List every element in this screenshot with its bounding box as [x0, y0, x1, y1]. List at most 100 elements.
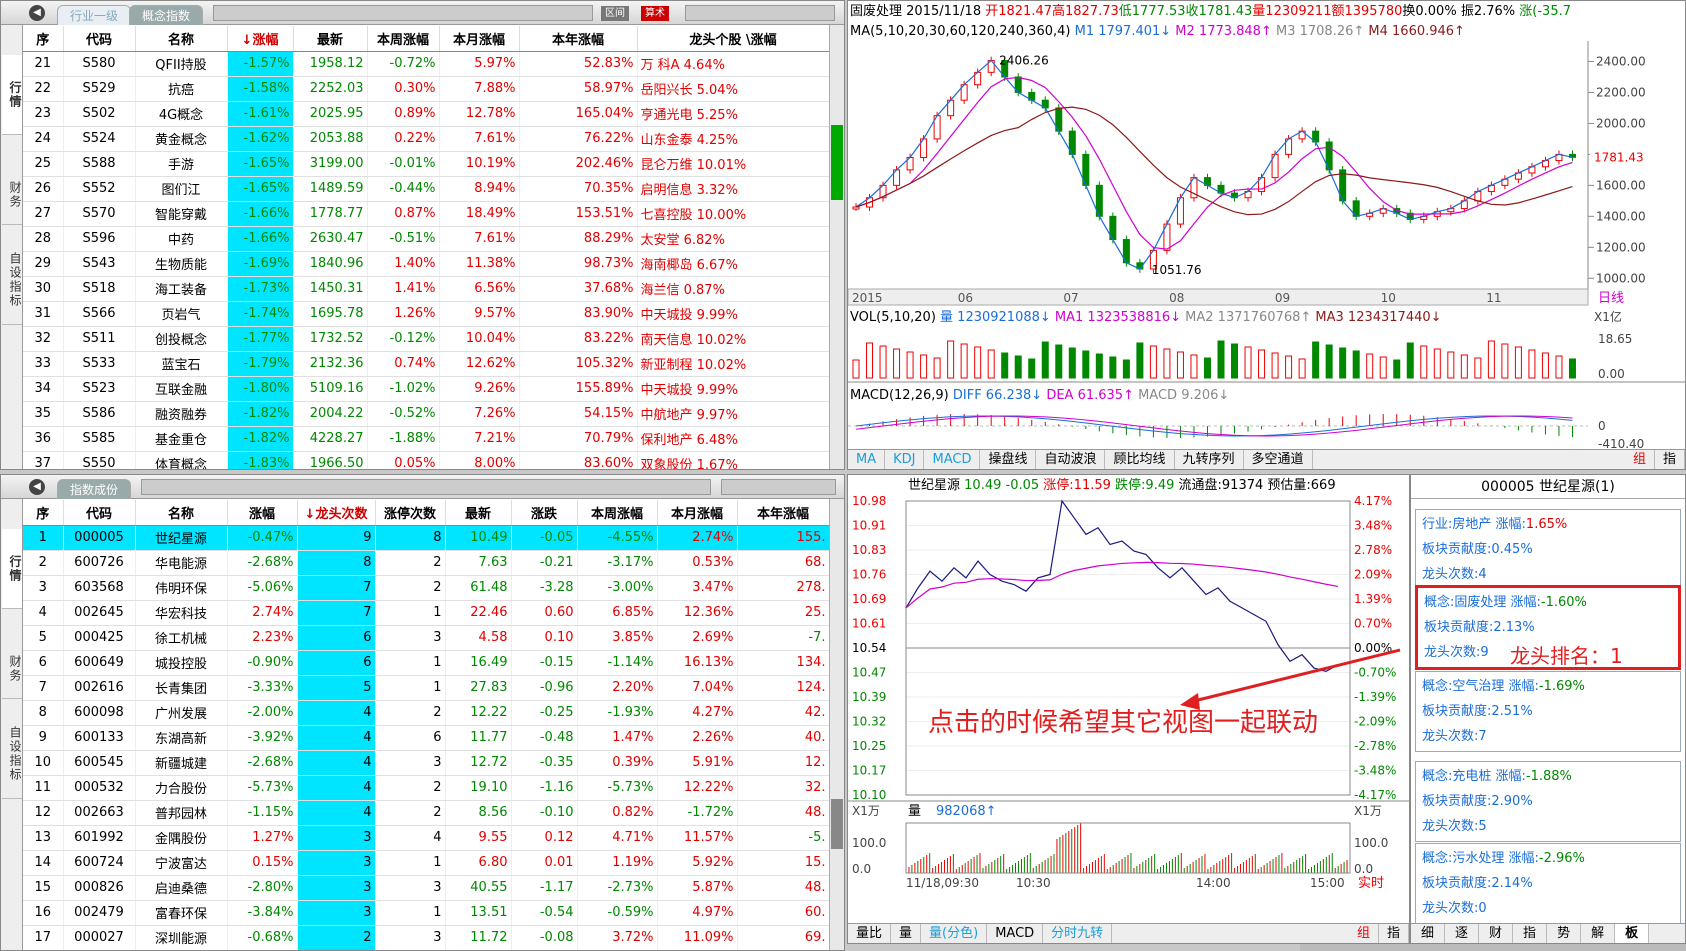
back-icon[interactable]: ◀	[29, 479, 45, 495]
realtime-label[interactable]: 实时	[1358, 876, 1384, 891]
table-row[interactable]: 32 S511 创投概念 -1.77% 1732.52 -0.12% 10.04% 83.22…	[23, 326, 830, 352]
table-row[interactable]: 7 002616 长青集团 -3.33% 5 1 27.83 -0.96 2.20% 7.04% 1…	[23, 675, 830, 701]
table-row[interactable]: 12 002663 普邦园林 -1.15% 4 2 8.56 -0.10 0.82% -1.72%…	[23, 800, 830, 826]
tab-industry-level1[interactable]: 行业一级	[57, 5, 132, 25]
table-row[interactable]: 14 600724 宁波富达 0.15% 3 1 6.80 0.01 1.19% 5.92% 15.	[23, 850, 830, 876]
intraday-tab[interactable]: 量(分色)	[921, 924, 988, 943]
scroll-thumb[interactable]	[831, 799, 843, 849]
sector-name[interactable]: 概念:污水处理	[1422, 851, 1504, 866]
indicator-tab[interactable]: 顾比均线	[1105, 450, 1175, 469]
col-header-7[interactable]: 本年涨幅	[519, 26, 638, 52]
kline-corner-button[interactable]: 指	[1655, 450, 1685, 469]
table-row[interactable]: 34 S523 互联金融 -1.80% 5109.16 -1.02% 9.26% 155.89…	[23, 376, 830, 402]
table-row[interactable]: 36 S585 基金重仓 -1.82% 4228.27 -1.88% 7.21% 70.79%…	[23, 426, 830, 452]
table-row[interactable]: 24 S524 黄金概念 -1.62% 2053.88 0.22% 7.61% 76.22% 山…	[23, 126, 830, 152]
table-row[interactable]: 25 S588 手游 -1.65% 3199.00 -0.01% 10.19% 202.46%…	[23, 151, 830, 177]
col-header-1[interactable]: 代码	[63, 26, 136, 52]
sector-tab[interactable]: 板	[1615, 924, 1650, 943]
kline-chart[interactable]: 2400.002200.002000.001800.001600.001400.…	[848, 41, 1686, 470]
table-row[interactable]: 6 600649 城投控股 -0.90% 6 1 16.49 -0.15 -1.14% 16.13…	[23, 650, 830, 676]
col-header-4[interactable]: 最新	[293, 26, 368, 52]
col-header-6[interactable]: 本月涨幅	[439, 26, 520, 52]
table-row[interactable]: 11 000532 力合股份 -5.73% 4 2 19.10 -1.16 -5.73% 12.2…	[23, 775, 830, 801]
table-row[interactable]: 26 S552 图们江 -1.65% 1489.59 -0.44% 8.94% 70.35% 启…	[23, 176, 830, 202]
col-header-9[interactable]: 本月涨幅	[657, 500, 738, 526]
indicator-tab[interactable]: KDJ	[885, 450, 925, 469]
h-scrollbar[interactable]	[721, 479, 836, 495]
period-label[interactable]: 日线	[1598, 291, 1624, 306]
indicator-tab[interactable]: 操盘线	[980, 450, 1037, 469]
col-header-0[interactable]: 序	[23, 500, 64, 526]
kline-corner-button[interactable]: 组	[1625, 450, 1655, 469]
col-header-2[interactable]: 名称	[135, 500, 228, 526]
col-header-5[interactable]: 本周涨幅	[367, 26, 440, 52]
col-header-6[interactable]: 最新	[445, 500, 512, 526]
side-tab-custom[interactable]: 自设指标	[2, 709, 22, 799]
table-row[interactable]: 2 600726 华电能源 -2.68% 8 2 7.63 -0.21 -3.17% 0.53% 6…	[23, 550, 830, 576]
col-header-10[interactable]: 本年涨幅	[737, 500, 830, 526]
sector-tab[interactable]: 细	[1411, 924, 1446, 943]
sector-card[interactable]: 概念:空气治理 涨幅:-1.69% 板块贡献度:2.51% 龙头次数:7	[1415, 671, 1681, 752]
intraday-tab[interactable]: MACD	[987, 924, 1044, 943]
table-row[interactable]: 4 002645 华宏科技 2.74% 7 1 22.46 0.60 6.85% 12.36% 25…	[23, 600, 830, 626]
col-header-2[interactable]: 名称	[135, 26, 228, 52]
sector-tab[interactable]: 指	[1513, 924, 1548, 943]
table-row[interactable]: 35 S586 融资融券 -1.82% 2004.22 -0.52% 7.26% 54.15%…	[23, 401, 830, 427]
table-row[interactable]: 9 600133 东湖高新 -3.92% 4 6 11.77 -0.48 1.47% 2.26% 4…	[23, 725, 830, 751]
side-tab-finance[interactable]: 财务	[2, 639, 22, 699]
col-header-8[interactable]: 本周涨幅	[577, 500, 658, 526]
sector-card[interactable]: 概念:污水处理 涨幅:-2.96% 板块贡献度:2.14% 龙头次数:0	[1415, 843, 1681, 924]
col-header-8[interactable]: 龙头个股 \涨幅	[637, 26, 830, 52]
tab-scrollbar[interactable]	[213, 5, 593, 21]
col-header-0[interactable]: 序	[23, 26, 64, 52]
table-row[interactable]: 1 000005 世纪星源 -0.47% 9 8 10.49 -0.05 -4.55% 2.74%…	[23, 525, 830, 551]
col-header-4[interactable]: ↓龙头次数	[297, 500, 376, 526]
col-header-5[interactable]: 涨停次数	[375, 500, 446, 526]
indicator-tab[interactable]: 自动波浪	[1036, 450, 1106, 469]
table-row[interactable]: 27 S570 智能穿戴 -1.66% 1778.77 0.87% 18.49% 153.51…	[23, 201, 830, 227]
tab-scrollbar[interactable]	[141, 479, 711, 495]
table-row[interactable]: 37 S550 体育概念 -1.83% 1966.50 0.05% 8.00% 83.60% 双…	[23, 451, 830, 469]
sector-name[interactable]: 概念:充电桩	[1422, 769, 1491, 784]
sector-card[interactable]: 行业:房地产 涨幅:1.65% 板块贡献度:0.45% 龙头次数:4	[1415, 509, 1681, 590]
sector-tab[interactable]: 逐	[1445, 924, 1480, 943]
intraday-tab[interactable]: 分时九转	[1043, 924, 1113, 943]
indicator-tab[interactable]: 多空通道	[1244, 450, 1313, 469]
table-row[interactable]: 15 000826 启迪桑德 -2.80% 3 3 40.55 -1.17 -2.73% 5.87…	[23, 875, 830, 901]
scroll-thumb[interactable]	[831, 125, 843, 200]
h-scrollbar[interactable]	[685, 5, 835, 21]
table-row[interactable]: 22 S529 抗癌 -1.58% 2252.03 0.30% 7.88% 58.97% 岳阳兴…	[23, 76, 830, 102]
col-header-3[interactable]: 涨幅	[227, 500, 298, 526]
tab-concept-index[interactable]: 概念指数	[129, 5, 204, 25]
col-header-1[interactable]: 代码	[63, 500, 136, 526]
side-tab-finance[interactable]: 财务	[2, 165, 22, 225]
table-row[interactable]: 10 600545 新疆城建 -2.68% 4 3 12.72 -0.35 0.39% 5.91%…	[23, 750, 830, 776]
top-table-scrollbar[interactable]	[829, 25, 844, 469]
table-row[interactable]: 30 S518 海工装备 -1.73% 1450.31 1.41% 6.56% 37.68% 海…	[23, 276, 830, 302]
table-row[interactable]: 5 000425 徐工机械 2.23% 6 3 4.58 0.10 3.85% 2.69% -7.	[23, 625, 830, 651]
range-button[interactable]: 区间	[601, 6, 629, 21]
table-row[interactable]: 28 S596 中药 -1.66% 2630.47 -0.51% 7.61% 88.29% 太安…	[23, 226, 830, 252]
table-row[interactable]: 17 000027 深圳能源 -0.68% 2 3 11.72 -0.08 3.72% 11.09…	[23, 925, 830, 950]
table-row[interactable]: 13 601992 金隅股份 1.27% 3 4 9.55 0.12 4.71% 11.57% -5…	[23, 825, 830, 851]
sector-name[interactable]: 行业:房地产	[1422, 517, 1491, 532]
sector-tab[interactable]: 财	[1479, 924, 1514, 943]
side-tab-quote[interactable]: 行情	[2, 55, 22, 135]
col-header-7[interactable]: 涨跌	[511, 500, 578, 526]
table-row[interactable]: 3 603568 伟明环保 -5.06% 7 2 61.48 -3.28 -3.00% 3.47%…	[23, 575, 830, 601]
indicator-tab[interactable]: 九转序列	[1175, 450, 1244, 469]
col-header-3[interactable]: ↓涨幅	[227, 26, 294, 52]
sector-name[interactable]: 概念:空气治理	[1422, 679, 1504, 694]
intraday-corner-button[interactable]: 组	[1349, 924, 1379, 943]
table-row[interactable]: 23 S502 4G概念 -1.61% 2025.95 0.89% 12.78% 165.04…	[23, 101, 830, 127]
table-row[interactable]: 21 S580 QFII持股 -1.57% 1958.12 -0.72% 5.97% 52.8…	[23, 51, 830, 77]
table-row[interactable]: 31 S566 页岩气 -1.74% 1695.78 1.26% 9.57% 83.90% 中天…	[23, 301, 830, 327]
side-tab-custom[interactable]: 自设指标	[2, 235, 22, 325]
sector-card[interactable]: 概念:充电桩 涨幅:-1.88% 板块贡献度:2.90% 龙头次数:5	[1415, 761, 1681, 842]
arith-button[interactable]: 算术	[641, 6, 669, 21]
table-row[interactable]: 16 002479 富春环保 -3.84% 3 1 13.51 -0.54 -0.59% 4.97…	[23, 900, 830, 926]
indicator-tab[interactable]: MA	[848, 450, 886, 469]
bottom-table-scrollbar[interactable]	[829, 499, 844, 950]
sector-tab[interactable]: 势	[1547, 924, 1582, 943]
table-row[interactable]: 33 S533 蓝宝石 -1.79% 2132.36 0.74% 12.62% 105.32%…	[23, 351, 830, 377]
